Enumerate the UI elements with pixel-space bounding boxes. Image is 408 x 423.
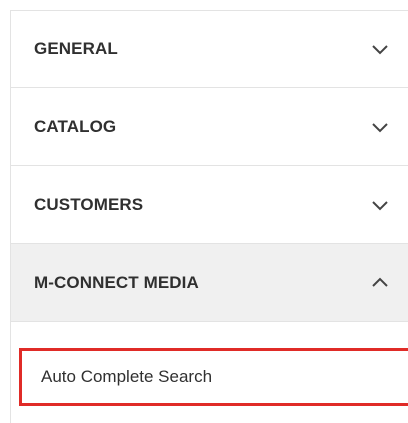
- section-catalog-title: CATALOG: [34, 116, 117, 136]
- config-tabs-frame: GENERAL CATALOG CUSTOMERS M-CONNECT MEDI…: [0, 0, 408, 423]
- section-m-connect-media-title: M-CONNECT MEDIA: [34, 272, 199, 292]
- chevron-down-icon: [369, 38, 391, 60]
- submenu-item-auto-complete-search[interactable]: Auto Complete Search: [19, 348, 408, 406]
- submenu-item-label: Auto Complete Search: [41, 367, 213, 386]
- section-catalog[interactable]: CATALOG: [11, 88, 408, 166]
- section-customers-title: CUSTOMERS: [34, 194, 144, 214]
- config-sidebar: GENERAL CATALOG CUSTOMERS M-CONNECT MEDI…: [10, 10, 408, 423]
- section-general-title: GENERAL: [34, 39, 118, 58]
- chevron-down-icon: [369, 194, 391, 216]
- section-general[interactable]: GENERAL: [11, 10, 408, 88]
- section-m-connect-media[interactable]: M-CONNECT MEDIA: [11, 244, 408, 322]
- chevron-down-icon: [369, 116, 391, 138]
- m-connect-media-submenu: Auto Complete Search: [11, 332, 408, 423]
- chevron-up-icon: [369, 272, 391, 294]
- section-customers[interactable]: CUSTOMERS: [11, 166, 408, 244]
